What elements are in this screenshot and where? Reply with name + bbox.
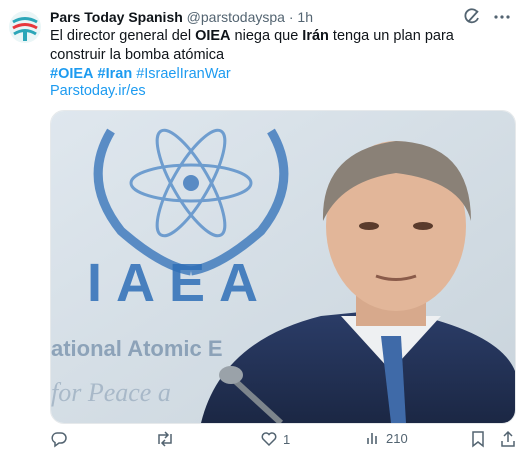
like-icon bbox=[260, 430, 278, 448]
share-icon bbox=[500, 430, 516, 448]
timestamp[interactable]: 1h bbox=[297, 9, 313, 25]
account-name[interactable]: Pars Today Spanish bbox=[50, 9, 183, 25]
bookmark-button[interactable] bbox=[470, 430, 486, 448]
tweet-text-1: El director general del bbox=[50, 28, 196, 44]
hashtag-oiea[interactable]: #OIEA bbox=[50, 66, 94, 82]
link-url[interactable]: Parstoday.ir/es bbox=[50, 83, 146, 99]
like-button[interactable]: 1 bbox=[260, 430, 290, 448]
retweet-button[interactable] bbox=[155, 430, 180, 448]
iaea-sign-subtitle-2: for Peace a bbox=[51, 378, 171, 407]
tweet-text-2: OIEA bbox=[195, 28, 231, 44]
account-handle[interactable]: @parstodayspa bbox=[187, 9, 285, 25]
separator: · bbox=[288, 9, 294, 25]
bookmark-icon bbox=[470, 430, 486, 448]
views-button[interactable]: 210 bbox=[365, 430, 408, 446]
top-actions bbox=[463, 8, 511, 26]
views-icon bbox=[365, 430, 381, 446]
tweet-text-4: Irán bbox=[302, 28, 329, 44]
reply-button[interactable] bbox=[50, 430, 73, 448]
hashtag-israeliranwar[interactable]: #IsraelIranWar bbox=[136, 66, 231, 82]
tweet-link: Parstoday.ir/es bbox=[50, 82, 146, 101]
tweet-header: Pars Today Spanish @parstodayspa · 1h bbox=[50, 8, 313, 26]
iaea-sign-text: IAEA bbox=[87, 253, 272, 313]
grok-icon[interactable] bbox=[463, 8, 481, 26]
avatar[interactable] bbox=[8, 10, 42, 44]
more-icon[interactable] bbox=[493, 8, 511, 26]
tweet-media[interactable]: IAEA ational Atomic E for Peace a bbox=[50, 110, 516, 424]
tweet-text-3: niega que bbox=[230, 28, 303, 44]
tweet-text: El director general del OIEA niega que I… bbox=[50, 27, 512, 65]
iaea-sign-subtitle: ational Atomic E bbox=[51, 336, 223, 361]
tweet[interactable]: Pars Today Spanish @parstodayspa · 1h El… bbox=[0, 0, 523, 456]
tweet-actions: 1 210 bbox=[50, 430, 518, 450]
retweet-icon bbox=[155, 430, 175, 448]
share-button[interactable] bbox=[500, 430, 516, 448]
views-count: 210 bbox=[386, 430, 408, 446]
reply-icon bbox=[50, 430, 68, 448]
like-count: 1 bbox=[283, 431, 291, 447]
hashtag-iran[interactable]: #Iran bbox=[98, 66, 133, 82]
